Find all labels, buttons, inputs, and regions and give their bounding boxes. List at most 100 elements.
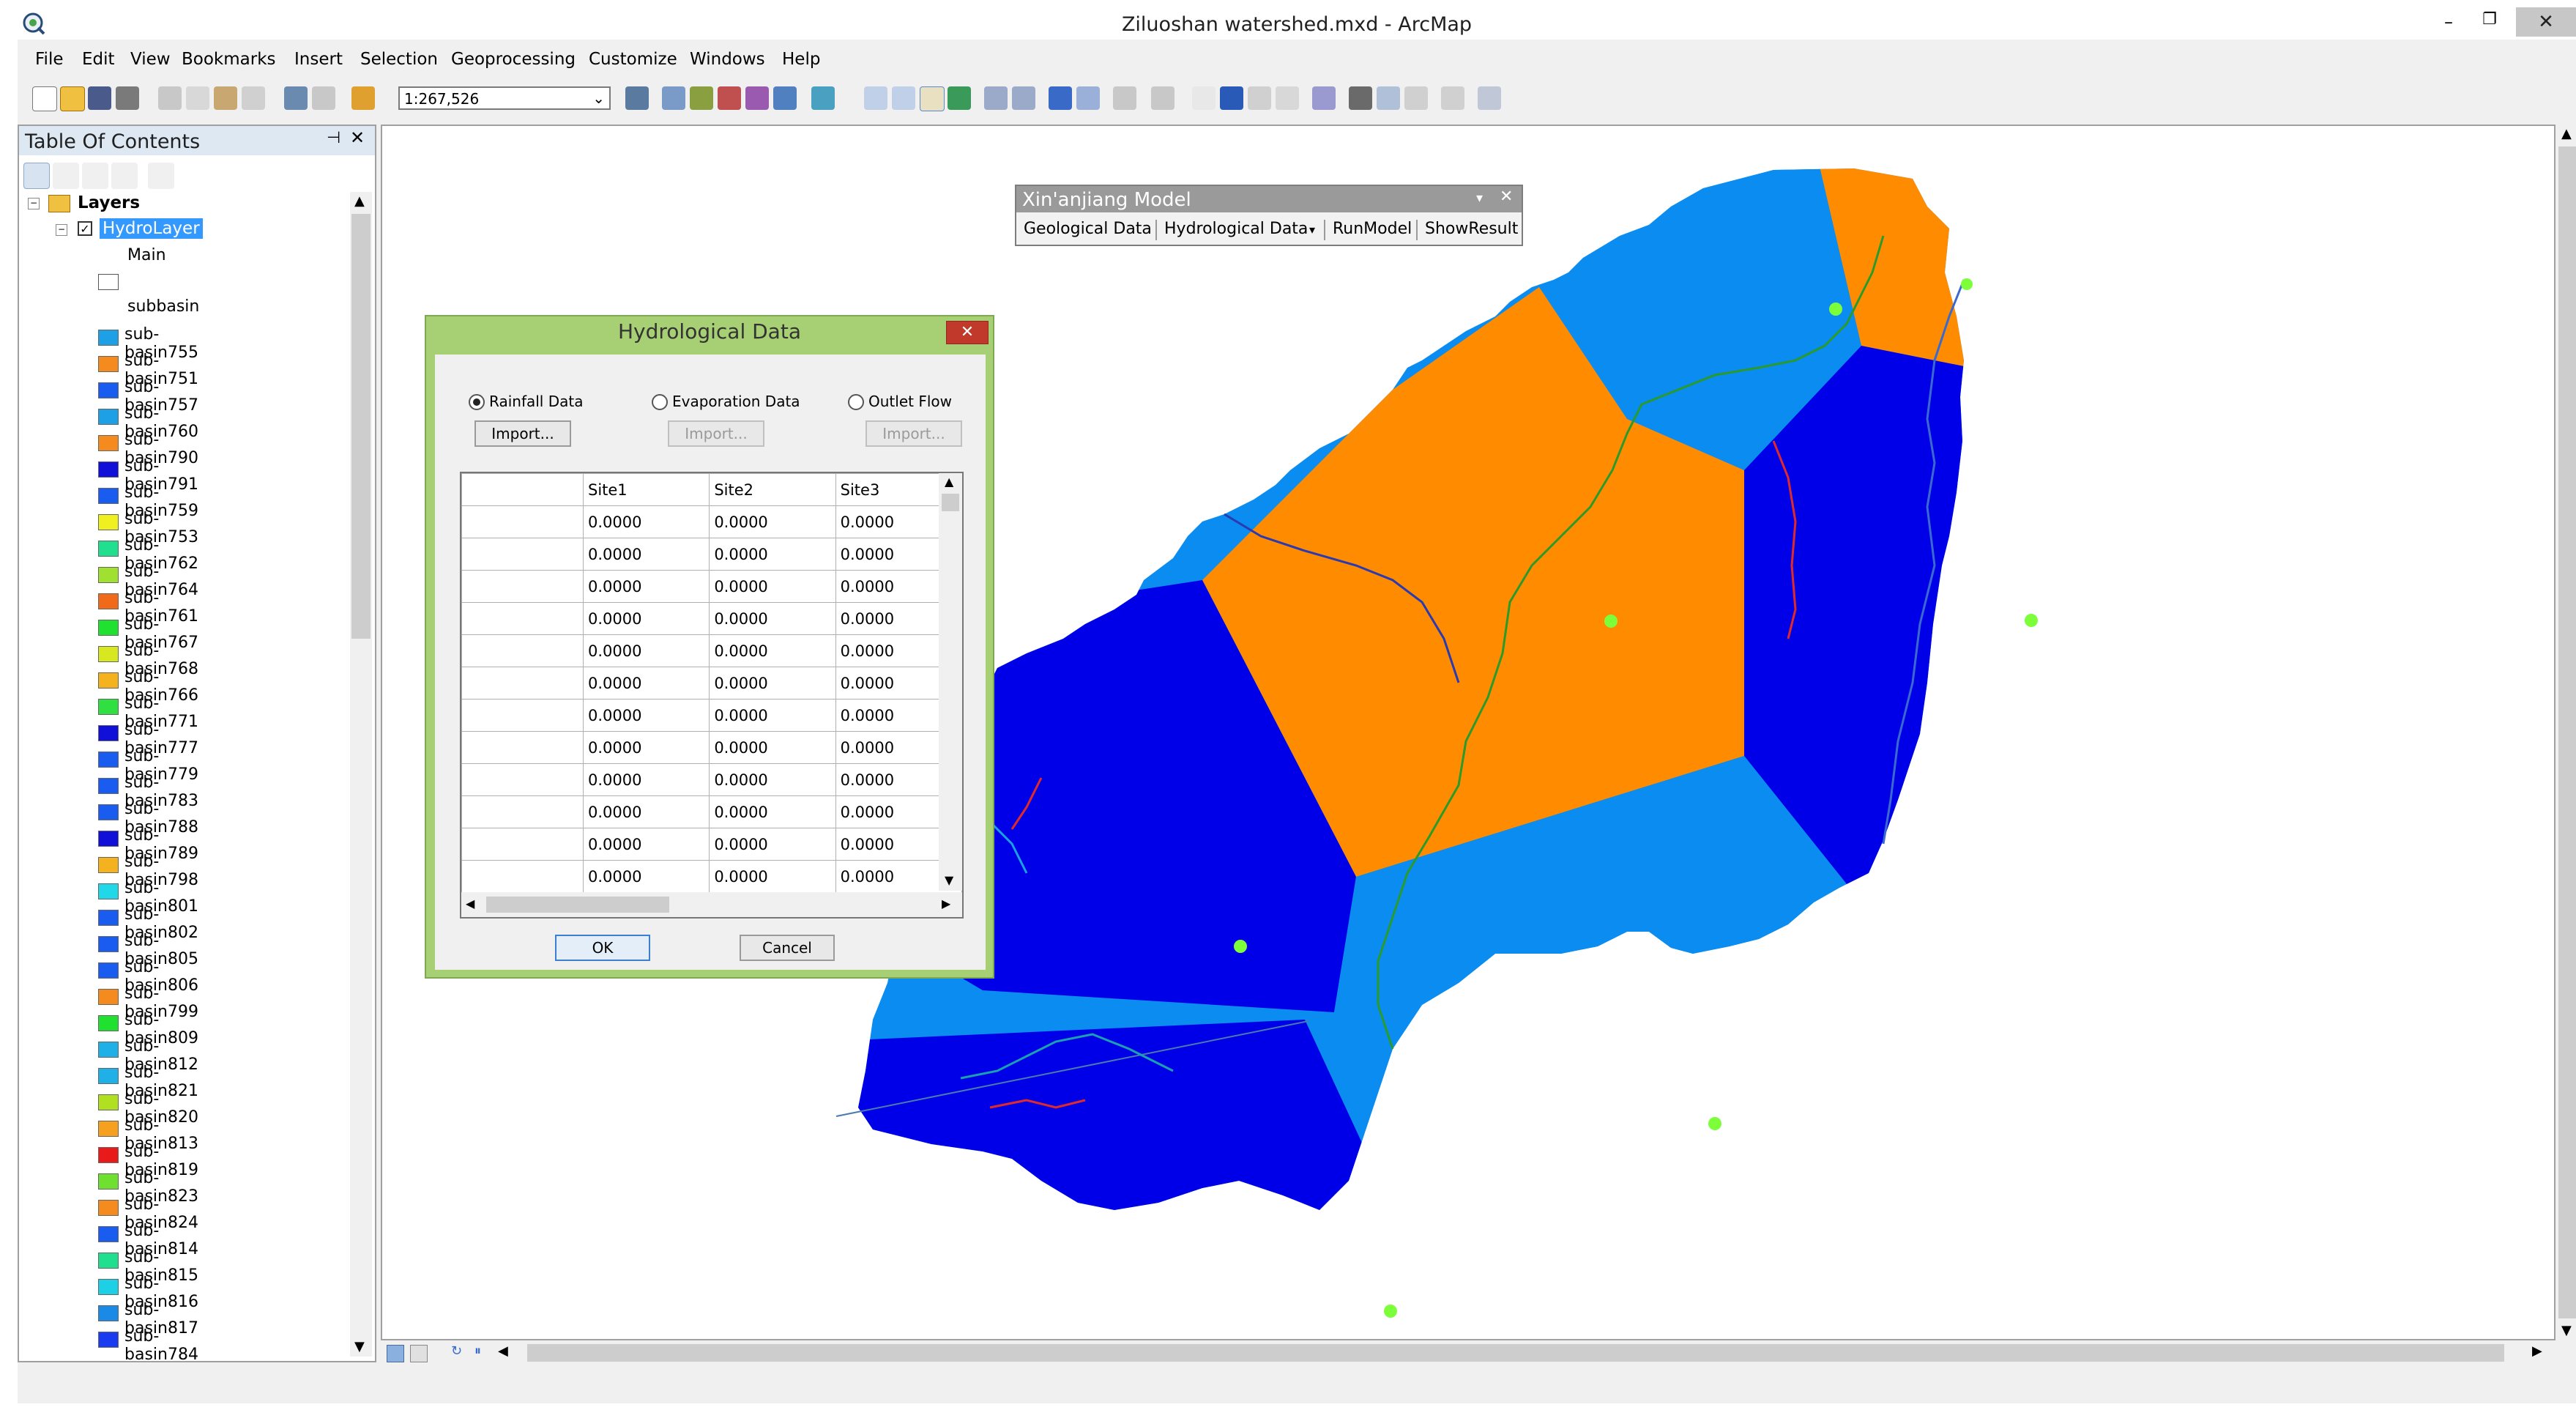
legend-swatch[interactable]	[98, 567, 119, 583]
close-dialog-icon[interactable]: ✕	[946, 321, 989, 344]
collapse-hydrolayer-icon[interactable]: −	[56, 224, 67, 236]
table-cell[interactable]: 0.0000	[709, 570, 836, 603]
rainfall-data-grid[interactable]: Site1 Site2 Site3 0.0000 0.0000 0.0000 0.00…	[460, 472, 964, 919]
zoom-in-icon[interactable]	[864, 86, 887, 110]
legend-swatch[interactable]	[98, 752, 119, 768]
pin-icon[interactable]: ⊣	[327, 129, 340, 147]
menu-insert[interactable]: Insert	[294, 50, 343, 69]
table-cell[interactable]: 0.0000	[709, 763, 836, 796]
import-evaporation-button[interactable]: Import...	[668, 420, 764, 447]
legend-swatch[interactable]	[98, 1226, 119, 1242]
menu-windows[interactable]: Windows	[690, 50, 765, 69]
dropdown-arrow-icon[interactable]: ▾	[1309, 223, 1315, 237]
menu-edit[interactable]: Edit	[82, 50, 115, 69]
grid-vscroll-thumb[interactable]	[942, 494, 959, 511]
row-header[interactable]	[461, 795, 584, 828]
legend-swatch[interactable]	[98, 1121, 119, 1137]
legend-swatch[interactable]	[98, 1094, 119, 1110]
restore-icon[interactable]: ❐	[2475, 10, 2504, 34]
zoom-out-icon[interactable]	[892, 86, 915, 110]
run-model-button[interactable]: RunModel	[1333, 220, 1412, 238]
table-cell[interactable]: 0.0000	[709, 634, 836, 667]
xaj-toolbar-title-bar[interactable]: Xin'anjiang Model ▾ ✕	[1016, 186, 1522, 212]
subbasin-southwest-darkblue[interactable]	[822, 1020, 1400, 1225]
hydrological-data-menu[interactable]: Hydrological Data	[1164, 220, 1308, 238]
list-by-visibility-icon[interactable]	[82, 163, 108, 189]
cancel-button[interactable]: Cancel	[740, 935, 835, 961]
list-by-source-icon[interactable]	[53, 163, 79, 189]
legend-swatch[interactable]	[98, 1068, 119, 1084]
select-features-icon[interactable]	[1113, 86, 1136, 110]
close-toolbar-icon[interactable]: ✕	[1500, 188, 1513, 206]
table-cell[interactable]: 0.0000	[582, 602, 710, 635]
save-icon[interactable]	[88, 86, 111, 110]
minimize-icon[interactable]: –	[2434, 12, 2463, 35]
table-cell[interactable]: 0.0000	[709, 602, 836, 635]
map-vscroll-thumb[interactable]	[2558, 146, 2576, 1318]
menu-view[interactable]: View	[130, 50, 171, 69]
legend-swatch[interactable]	[98, 382, 119, 398]
scroll-down-icon[interactable]: ▼	[354, 1339, 365, 1354]
clear-selection-icon[interactable]	[1151, 86, 1175, 110]
time-slider-icon[interactable]	[1441, 86, 1464, 110]
map-horizontal-scrollbar[interactable]: ↻ ⏸ ◀ ▶	[381, 1342, 2555, 1364]
table-cell[interactable]: 0.0000	[709, 505, 836, 538]
menu-geoprocessing[interactable]: Geoprocessing	[451, 50, 576, 69]
row-header[interactable]	[461, 699, 584, 732]
map-hscroll-thumb[interactable]	[527, 1344, 2504, 1362]
delete-icon[interactable]	[242, 86, 265, 110]
map-scale-dropdown[interactable]: 1:267,526 ⌄	[398, 86, 611, 110]
row-header[interactable]	[461, 763, 584, 796]
table-cell[interactable]: 0.0000	[709, 828, 836, 861]
scroll-up-icon[interactable]: ▲	[354, 193, 365, 209]
show-result-button[interactable]: ShowResult	[1425, 220, 1518, 238]
find-binoculars-icon[interactable]	[1349, 86, 1372, 110]
layer-visibility-checkbox[interactable]: ✓	[78, 221, 92, 236]
legend-swatch[interactable]	[98, 883, 119, 899]
legend-swatch[interactable]	[98, 831, 119, 847]
fixed-zoom-in-icon[interactable]	[984, 86, 1008, 110]
table-cell[interactable]: 0.0000	[582, 763, 710, 796]
layers-root-label[interactable]: Layers	[78, 193, 140, 212]
legend-swatch[interactable]	[98, 778, 119, 794]
legend-swatch[interactable]	[98, 488, 119, 504]
back-arrow-icon[interactable]	[1049, 86, 1072, 110]
legend-swatch[interactable]	[98, 725, 119, 741]
table-cell[interactable]: 0.0000	[582, 667, 710, 700]
row-header[interactable]	[461, 731, 584, 764]
catalog-icon[interactable]	[690, 86, 713, 110]
table-cell[interactable]: 0.0000	[582, 795, 710, 828]
outlet-flow-radio[interactable]	[848, 394, 864, 410]
toc-options-icon[interactable]	[148, 163, 174, 189]
legend-swatch[interactable]	[98, 1253, 119, 1269]
model-builder-icon[interactable]	[811, 86, 835, 110]
close-panel-icon[interactable]: ✕	[350, 127, 365, 148]
measure-icon[interactable]	[1312, 86, 1336, 110]
search-window-icon[interactable]	[718, 86, 741, 110]
legend-swatch[interactable]	[98, 435, 119, 451]
refresh-icon[interactable]: ↻	[451, 1343, 462, 1359]
subbasin-symbol-swatch[interactable]	[98, 274, 119, 290]
menu-help[interactable]: Help	[782, 50, 820, 69]
row-header[interactable]	[461, 505, 584, 538]
editor-toolbar-icon[interactable]	[625, 86, 649, 110]
legend-swatch[interactable]	[98, 620, 119, 636]
legend-swatch[interactable]	[98, 804, 119, 820]
rain-gauge-site-point[interactable]	[1234, 940, 1247, 953]
forward-arrow-icon[interactable]	[1076, 86, 1100, 110]
table-cell[interactable]: 0.0000	[582, 860, 710, 893]
data-view-icon[interactable]	[387, 1345, 404, 1362]
legend-swatch[interactable]	[98, 356, 119, 372]
legend-swatch[interactable]	[98, 409, 119, 425]
legend-swatch[interactable]	[98, 541, 119, 557]
find-route-icon[interactable]	[1377, 86, 1400, 110]
menu-file[interactable]: File	[35, 50, 64, 69]
grid-horizontal-scrollbar[interactable]: ◀ ▶	[461, 892, 962, 917]
row-header[interactable]	[461, 828, 584, 861]
legend-swatch[interactable]	[98, 962, 119, 979]
scroll-up-icon[interactable]: ▲	[945, 475, 953, 489]
menu-customize[interactable]: Customize	[589, 50, 677, 69]
legend-swatch[interactable]	[98, 646, 119, 662]
scroll-right-icon[interactable]: ▶	[942, 897, 950, 910]
rain-gauge-site-point[interactable]	[1384, 1305, 1397, 1318]
